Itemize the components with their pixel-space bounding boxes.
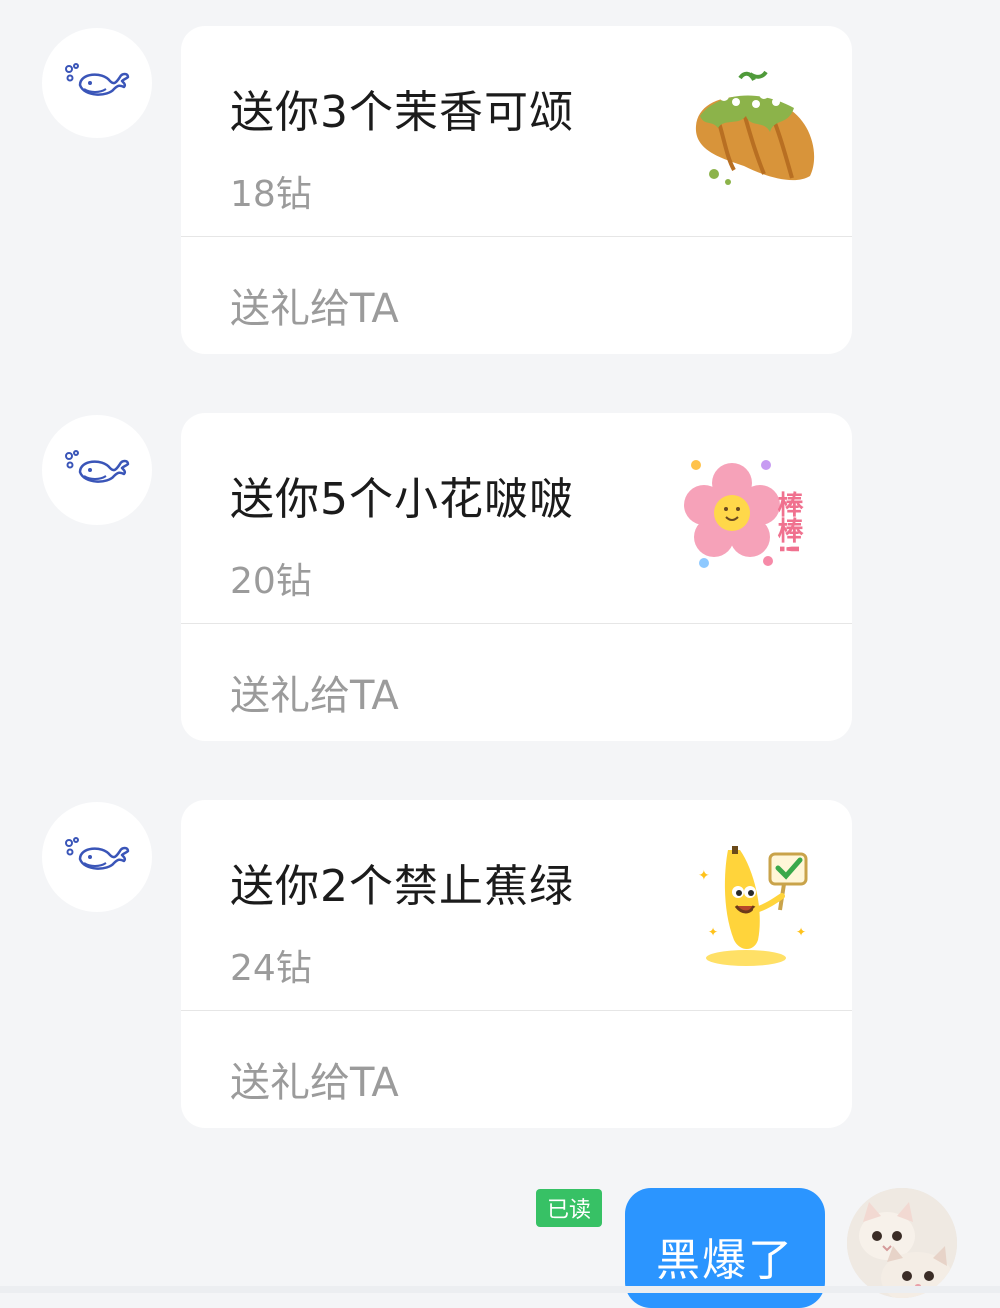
whale-icon [65, 63, 130, 96]
sender-avatar[interactable] [42, 802, 152, 912]
gift-title: 送你2个禁止蕉绿 [230, 861, 574, 912]
read-status-badge: 已读 [536, 1189, 602, 1227]
croissant-icon [684, 66, 824, 196]
sticker-text: 棒棒! [773, 491, 803, 555]
flower-sticker-icon: 棒棒! [684, 453, 824, 583]
svg-text:✦: ✦ [708, 925, 718, 939]
card-divider [181, 1010, 852, 1011]
gift-price: 20钻 [230, 561, 312, 602]
svg-text:✦: ✦ [698, 868, 710, 884]
bottom-edge [0, 1286, 1000, 1293]
svg-text:✦: ✦ [796, 925, 806, 939]
whale-icon [65, 450, 130, 483]
send-gift-button[interactable]: 送礼给TA [230, 1050, 399, 1108]
gift-card: 送你3个茉香可颂 18钻 送礼给TA [181, 26, 852, 354]
gift-title: 送你5个小花啵啵 [230, 474, 574, 525]
gift-card: 送你2个禁止蕉绿 24钻 ✦ ✦ ✦ 送礼给TA [181, 800, 852, 1128]
gift-price: 24钻 [230, 948, 312, 989]
whale-icon [65, 837, 130, 870]
gift-title: 送你3个茉香可颂 [230, 87, 574, 138]
send-gift-button[interactable]: 送礼给TA [230, 276, 399, 334]
banana-sticker-icon: ✦ ✦ ✦ [684, 840, 824, 970]
card-divider [181, 236, 852, 237]
gift-card: 送你5个小花啵啵 20钻 棒棒! 送礼给TA [181, 413, 852, 741]
cat-avatar-icon[interactable] [847, 1188, 957, 1298]
send-gift-button[interactable]: 送礼给TA [230, 663, 399, 721]
gift-price: 18钻 [230, 174, 312, 215]
sender-avatar[interactable] [42, 28, 152, 138]
card-divider [181, 623, 852, 624]
sender-avatar[interactable] [42, 415, 152, 525]
